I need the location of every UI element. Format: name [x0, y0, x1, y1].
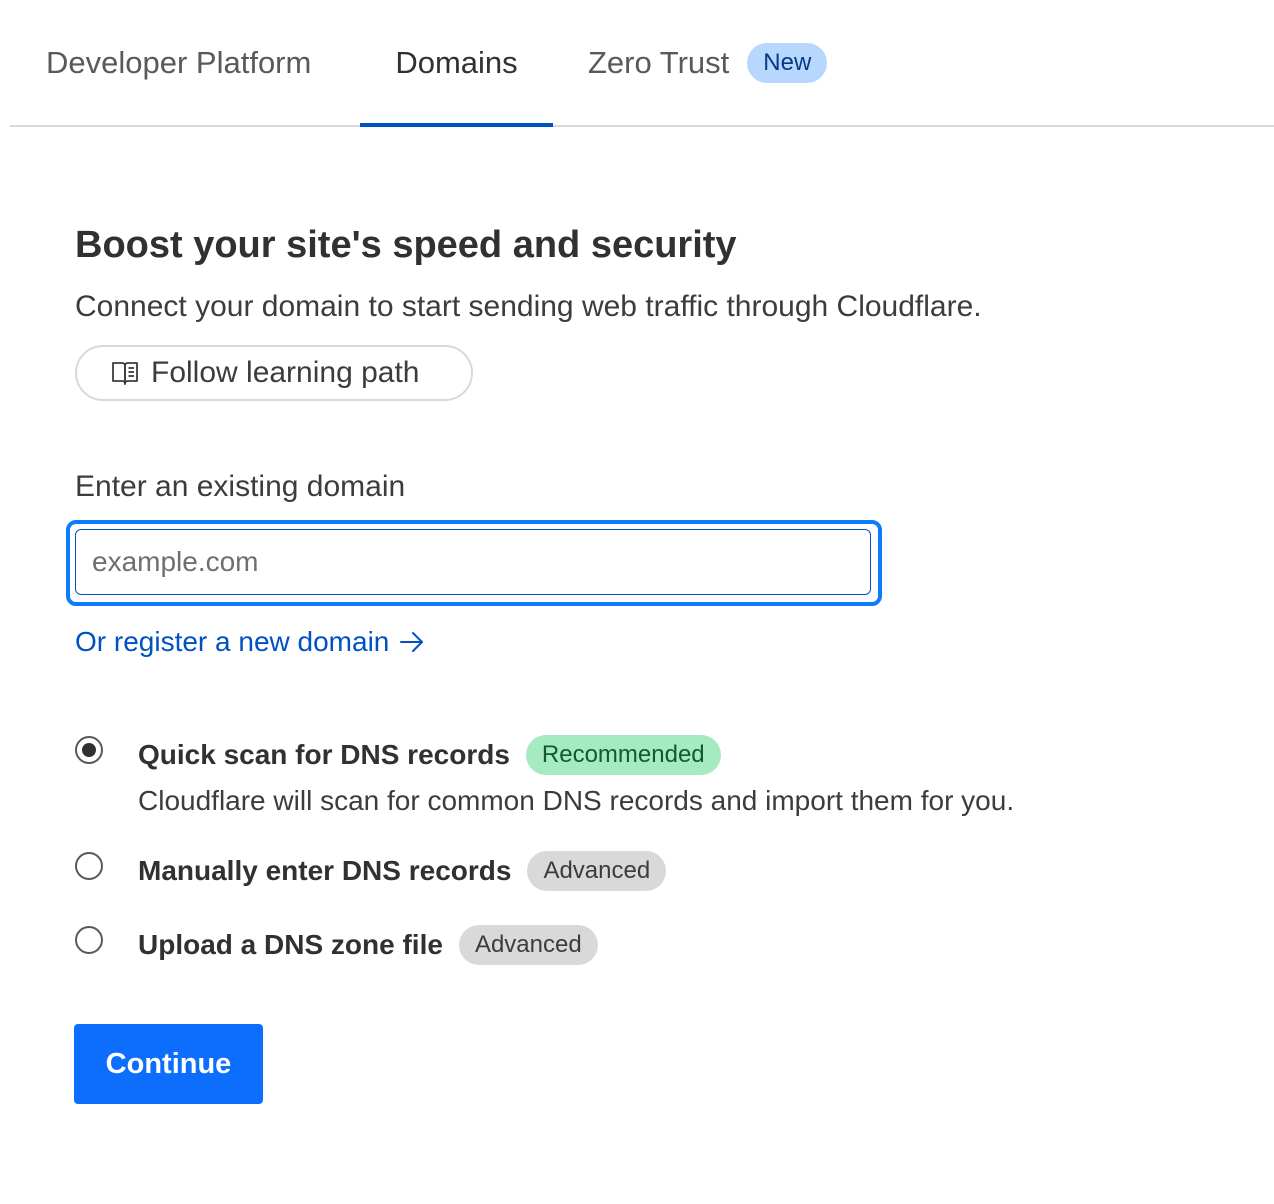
option-manual-entry[interactable]: Manually enter DNS records Advanced [75, 851, 667, 891]
tab-label: Developer Platform [46, 44, 312, 80]
recommended-badge: Recommended [525, 735, 721, 775]
new-badge: New [747, 42, 828, 83]
advanced-badge: Advanced [527, 851, 667, 891]
domain-field-label: Enter an existing domain [75, 470, 406, 503]
book-icon [111, 359, 139, 387]
follow-learning-path-button[interactable]: Follow learning path [75, 345, 473, 401]
tab-developer-platform[interactable]: Developer Platform [46, 0, 311, 125]
tab-label: Domains [395, 44, 518, 80]
radio-upload-zone-file[interactable] [75, 926, 103, 954]
radio-manual-entry[interactable] [75, 852, 103, 880]
continue-button[interactable]: Continue [74, 1024, 263, 1104]
tab-label: Zero Trust [588, 44, 730, 80]
learning-path-label: Follow learning path [151, 356, 420, 389]
page-title: Boost your site's speed and security [75, 224, 737, 266]
domain-input[interactable] [75, 529, 871, 595]
option-description: Cloudflare will scan for common DNS reco… [138, 785, 1015, 816]
option-title: Upload a DNS zone file [138, 929, 443, 960]
option-quick-scan[interactable]: Quick scan for DNS records Recommended C… [75, 735, 1014, 817]
radio-quick-scan[interactable] [75, 736, 103, 764]
tab-domains[interactable]: Domains [360, 0, 553, 127]
tab-zero-trust[interactable]: Zero Trust New [588, 0, 828, 125]
option-title: Quick scan for DNS records [138, 739, 510, 770]
register-link-label: Or register a new domain [75, 626, 390, 657]
register-new-domain-link[interactable]: Or register a new domain [75, 626, 425, 658]
advanced-badge: Advanced [458, 925, 598, 965]
tab-bar: Developer Platform Domains Zero Trust Ne… [10, 0, 1274, 127]
option-upload-zone-file[interactable]: Upload a DNS zone file Advanced [75, 925, 598, 965]
domain-input-focus-ring [66, 520, 882, 606]
option-title: Manually enter DNS records [138, 855, 512, 886]
active-tab-indicator [360, 123, 553, 127]
page-subtitle: Connect your domain to start sending web… [75, 290, 982, 323]
arrow-right-icon [399, 631, 425, 653]
